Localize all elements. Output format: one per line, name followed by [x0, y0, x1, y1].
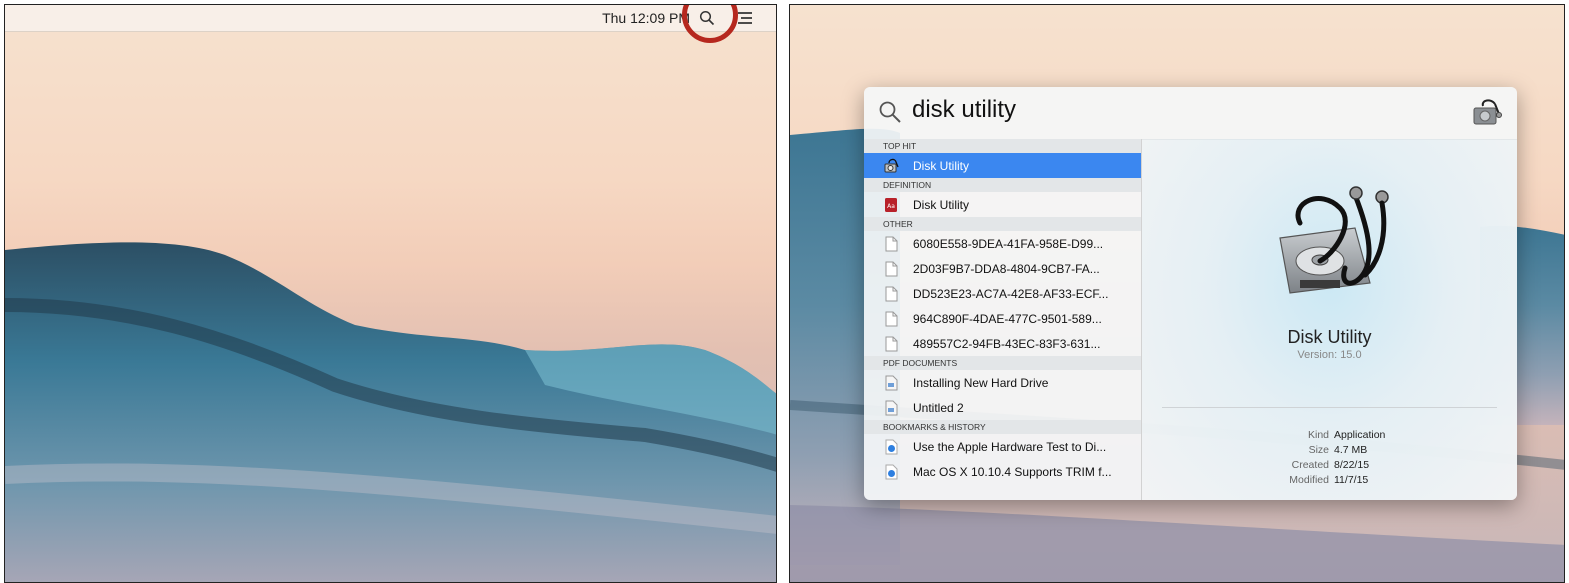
meta-row: Modified 11/7/15 — [1289, 474, 1369, 486]
pdf-icon — [884, 400, 899, 416]
section-header: TOP HIT — [864, 139, 1141, 153]
pdf-icon — [884, 375, 899, 391]
spotlight-window: disk utility TOP HIT Disk Utility DEFINI… — [864, 87, 1517, 500]
meta-row: Created 8/22/15 — [1291, 459, 1370, 471]
preview-divider — [1162, 407, 1497, 408]
list-item[interactable]: Mac OS X 10.10.4 Supports TRIM f... — [864, 459, 1141, 484]
disk-utility-icon — [1260, 183, 1400, 318]
desktop-screenshot-right: disk utility TOP HIT Disk Utility DEFINI… — [789, 4, 1565, 583]
meta-row: Kind Application — [1307, 429, 1386, 441]
list-item[interactable]: 6080E558-9DEA-41FA-958E-D99... — [864, 231, 1141, 256]
spotlight-search-bar[interactable]: disk utility — [864, 87, 1517, 140]
meta-row: Size 4.7 MB — [1308, 444, 1368, 456]
preview-version: Version: 15.0 — [1297, 349, 1362, 361]
list-item[interactable]: 489557C2-94FB-43EC-83F3-631... — [864, 331, 1141, 356]
document-icon — [884, 286, 899, 302]
svg-text:Aa: Aa — [887, 203, 895, 210]
preview-app-name: Disk Utility — [1287, 327, 1372, 347]
list-item[interactable]: Aa Disk Utility — [864, 192, 1141, 217]
preview-pane: Disk Utility Version: 15.0 Kind Applicat… — [1142, 139, 1517, 500]
list-item[interactable]: DD523E23-AC7A-42E8-AF33-ECF... — [864, 281, 1141, 306]
menubar-clock[interactable]: Thu 12:09 PM — [602, 10, 690, 26]
document-icon — [884, 236, 899, 252]
list-item[interactable]: 964C890F-4DAE-477C-9501-589... — [864, 306, 1141, 331]
disk-utility-icon — [884, 158, 899, 174]
spotlight-results-list: TOP HIT Disk Utility DEFINITION Aa Disk … — [864, 139, 1141, 500]
document-icon — [884, 336, 899, 352]
section-header: PDF DOCUMENTS — [864, 356, 1141, 370]
document-icon — [884, 261, 899, 277]
list-item[interactable]: Disk Utility — [864, 153, 1141, 178]
list-item[interactable]: Installing New Hard Drive — [864, 370, 1141, 395]
section-header: DEFINITION — [864, 178, 1141, 192]
spotlight-query[interactable]: disk utility — [912, 96, 1016, 124]
safari-bookmark-icon — [884, 439, 899, 455]
list-item[interactable]: 2D03F9B7-DDA8-4804-9CB7-FA... — [864, 256, 1141, 281]
section-header: BOOKMARKS & HISTORY — [864, 420, 1141, 434]
disk-utility-icon — [1471, 96, 1503, 133]
wave-wallpaper-art — [5, 242, 776, 582]
list-item[interactable]: Untitled 2 — [864, 395, 1141, 420]
desktop-screenshot-left: Thu 12:09 PM — [4, 4, 777, 583]
magnifier-icon — [878, 100, 902, 129]
document-icon — [884, 311, 899, 327]
menu-bar: Thu 12:09 PM — [5, 5, 776, 43]
dictionary-icon: Aa — [884, 197, 899, 213]
list-item[interactable]: Use the Apple Hardware Test to Di... — [864, 434, 1141, 459]
section-header: OTHER — [864, 217, 1141, 231]
preview-metadata: Kind Application Size 4.7 MB Created 8/2… — [1142, 429, 1517, 489]
safari-bookmark-icon — [884, 464, 899, 480]
